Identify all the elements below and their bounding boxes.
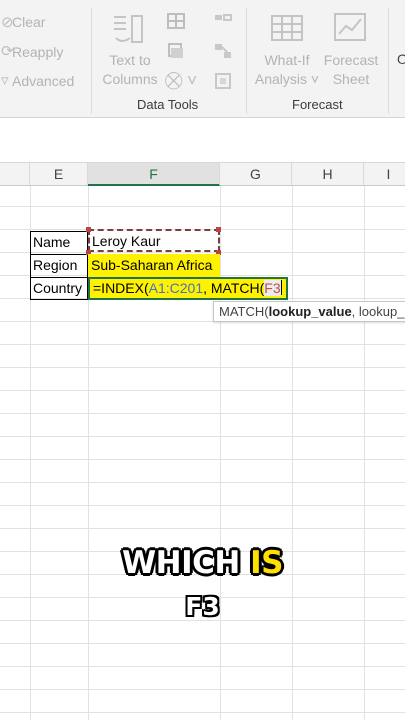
column-header-e[interactable]: E: [30, 163, 88, 186]
grid-line: [0, 528, 405, 529]
column-header-g[interactable]: G: [220, 163, 292, 186]
flash-fill-icon: [167, 13, 185, 29]
grid-line: [0, 482, 405, 483]
what-if-analysis-icon: [271, 15, 303, 41]
formula-bar-area: [0, 118, 405, 163]
what-if-label-2-row: Analysis ˅: [254, 70, 320, 89]
formula-cell-ref: F3: [264, 280, 281, 296]
tooltip-rest-args: , lookup_: [351, 304, 405, 319]
clear-button[interactable]: Clear: [12, 14, 45, 30]
function-argument-tooltip[interactable]: MATCH(lookup_value, lookup_: [213, 301, 405, 322]
caption-line-1: WHICH IS: [0, 545, 405, 581]
data-validation-icon[interactable]: ⛒ ˅: [165, 72, 197, 89]
grid-line: [0, 666, 405, 667]
forecast-sheet-icon: [334, 13, 366, 41]
formula-edit-cell[interactable]: =INDEX(A1:C201, MATCH(F3: [88, 277, 288, 300]
forecast-sheet-label-1: Forecast: [323, 52, 379, 68]
data-tools-group-label: Data Tools: [137, 97, 199, 112]
forecast-group-label: Forecast: [292, 97, 343, 112]
grid-line: [0, 505, 405, 506]
column-header-h[interactable]: H: [292, 163, 364, 186]
ribbon: ⊘ Clear ⟳ Reapply ▿ Advanced Text to Col…: [0, 0, 405, 118]
cell-f-region-value[interactable]: Sub-Saharan Africa: [88, 254, 220, 277]
relationships-icon: [215, 44, 231, 58]
outline-button-partial[interactable]: O: [397, 51, 405, 67]
range-corner-handle[interactable]: [86, 227, 91, 232]
what-if-label-1: What-If: [264, 52, 310, 68]
text-cursor: [280, 280, 282, 295]
grid-line: [0, 413, 405, 414]
grid-line: [0, 436, 405, 437]
dropdown-caret-icon: ˅: [307, 71, 320, 87]
tooltip-function-name: MATCH(: [219, 304, 269, 319]
text-to-columns-label-1: Text to: [109, 52, 151, 68]
remove-duplicates-icon: [168, 43, 183, 58]
what-if-label-2: Analysis: [254, 71, 308, 87]
column-header-i[interactable]: I: [364, 163, 405, 186]
tooltip-current-arg[interactable]: lookup_value: [269, 304, 352, 319]
grid-line: [0, 689, 405, 690]
formula-prefix: =INDEX(: [93, 280, 149, 296]
advanced-filter-icon: ▿: [1, 72, 9, 89]
caption-line-2: F3: [185, 592, 220, 621]
forecast-sheet-label-2: Sheet: [332, 71, 370, 87]
caption-word-which: WHICH: [121, 545, 240, 581]
group-separator: [91, 8, 92, 114]
grid-line: [0, 643, 405, 644]
text-to-columns-icon: [114, 15, 143, 43]
grid-line: [0, 344, 405, 345]
group-separator: [388, 8, 389, 114]
forecast-sheet-button[interactable]: Forecast Sheet: [320, 51, 382, 89]
caption-word-is: IS: [250, 545, 284, 581]
consolidate-icon: [215, 14, 232, 21]
column-header-f[interactable]: F: [88, 163, 220, 186]
advanced-button[interactable]: Advanced: [12, 73, 74, 89]
cell-e-name-label[interactable]: Name: [30, 231, 70, 254]
cell-f-name-value[interactable]: Leroy Kaur: [89, 230, 160, 253]
grid-line: [0, 367, 405, 368]
text-to-columns-button[interactable]: Text to Columns: [100, 51, 160, 89]
grid-line: [220, 186, 221, 720]
grid-line: [0, 390, 405, 391]
grid-line: [0, 712, 405, 713]
range-corner-handle[interactable]: [216, 227, 221, 232]
cell-e-region-label[interactable]: Region: [30, 254, 77, 277]
grid-line: [292, 186, 293, 720]
reapply-button[interactable]: Reapply: [12, 44, 63, 60]
column-header-left-partial: [0, 163, 30, 186]
what-if-analysis-button[interactable]: What-If Analysis ˅: [254, 51, 320, 89]
formula-range-ref: A1:C201: [148, 280, 204, 296]
group-separator: [246, 8, 247, 114]
grid-line: [0, 206, 405, 207]
formula-mid: , MATCH(: [203, 280, 265, 296]
cell-e-country-label[interactable]: Country: [30, 277, 82, 300]
text-to-columns-label-2: Columns: [102, 71, 158, 87]
grid-line: [0, 459, 405, 460]
grid-line: [364, 186, 365, 720]
data-model-icon: [215, 73, 231, 89]
